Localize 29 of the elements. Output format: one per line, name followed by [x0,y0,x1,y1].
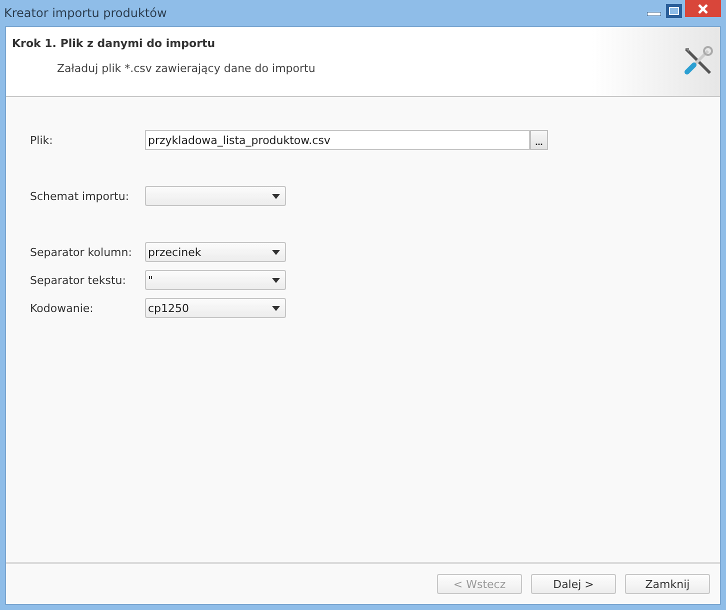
maximize-icon [669,7,679,15]
field-label: Kodowanie: [30,302,94,314]
close-button[interactable] [685,0,721,17]
file-path-field[interactable]: przykladowa_lista_produktow.csv [145,130,530,150]
wizard-button[interactable]: Dalej > [531,574,616,594]
field-label: Plik: [30,134,54,146]
browse-button[interactable]: ... [530,130,548,150]
caret-icon [272,278,280,282]
wizard-button[interactable]: Zamknij [625,574,710,594]
step-title: Krok 1. Plik z danymi do importu [12,37,216,50]
dropdown-value: " [148,274,154,286]
minimize-icon[interactable] [647,12,661,16]
dropdown-field[interactable]: przecinek [145,242,286,262]
field-label: Separator tekstu: [30,274,127,286]
caret-icon [272,194,280,198]
step-description: Załaduj plik *.csv zawierający dane do importu [57,62,316,75]
dropdown-field[interactable]: " [145,270,286,290]
window-title: Kreator importu produktów [4,6,167,20]
tools-icon [682,45,714,77]
close-icon [698,4,708,14]
dropdown-value: cp1250 [148,302,190,314]
maximize-button[interactable] [666,4,682,18]
dropdown-field[interactable]: cp1250 [145,298,286,318]
caret-icon [272,306,280,310]
caret-icon [272,250,280,254]
dropdown-field[interactable] [145,186,286,206]
dropdown-value: przecinek [148,246,202,258]
field-label: Schemat importu: [30,190,130,202]
field-label: Separator kolumn: [30,246,133,258]
